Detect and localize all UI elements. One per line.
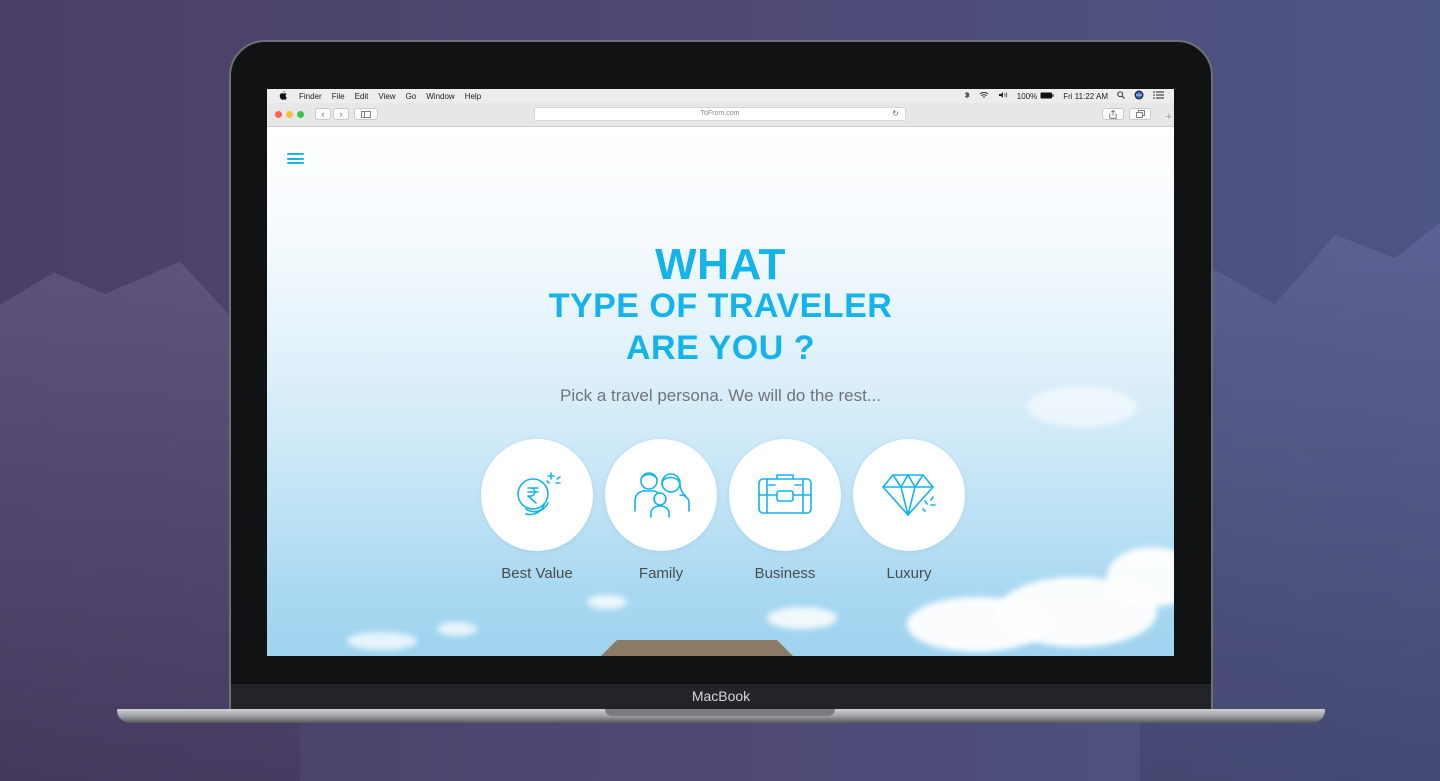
cloud — [587, 595, 627, 609]
laptop-notch — [605, 709, 835, 716]
spotlight-search-icon[interactable] — [1117, 91, 1125, 101]
apple-logo-icon[interactable] — [279, 90, 287, 102]
persona-best-value[interactable]: Best Value — [481, 439, 593, 582]
browser-toolbar: ‹ › ToFrom.com ↻ + — [267, 103, 1174, 127]
cloud — [347, 632, 417, 650]
hamburger-menu-icon[interactable] — [287, 153, 304, 164]
notification-center-icon[interactable] — [1153, 91, 1164, 101]
cloud — [437, 622, 477, 636]
sidebar-button[interactable] — [354, 108, 378, 120]
back-button[interactable]: ‹ — [315, 108, 331, 120]
window-zoom-button[interactable] — [297, 111, 304, 118]
headline-are-you: ARE YOU ? — [625, 329, 815, 367]
persona-circle — [605, 439, 717, 551]
briefcase-icon — [758, 474, 812, 514]
window-close-button[interactable] — [275, 111, 282, 118]
menu-finder[interactable]: Finder — [299, 92, 322, 101]
volume-icon[interactable] — [998, 91, 1008, 101]
persona-label: Business — [754, 565, 816, 582]
wifi-icon[interactable] — [979, 91, 989, 101]
menu-file[interactable]: File — [332, 92, 345, 101]
battery-icon[interactable] — [1040, 92, 1054, 101]
menu-help[interactable]: Help — [465, 92, 481, 101]
persona-business[interactable]: Business — [729, 439, 841, 582]
menu-view[interactable]: View — [378, 92, 395, 101]
persona-circle — [481, 439, 593, 551]
persona-circle — [729, 439, 841, 551]
persona-circle — [853, 439, 965, 551]
menu-window[interactable]: Window — [426, 92, 454, 101]
headline-traveler-type: TYPE OF TRAVELER — [548, 287, 893, 325]
laptop-screen: Finder File Edit View Go Window Help 100… — [267, 89, 1174, 656]
menu-edit[interactable]: Edit — [355, 92, 369, 101]
tabs-overview-button[interactable] — [1129, 108, 1151, 120]
headline-what: WHAT — [655, 240, 786, 289]
forward-button[interactable]: › — [333, 108, 349, 120]
battery-percentage: 100% — [1016, 91, 1038, 101]
hut-roof — [597, 640, 797, 656]
share-icon — [1109, 109, 1117, 119]
menu-go[interactable]: Go — [406, 92, 417, 101]
persona-label: Family — [638, 565, 684, 582]
device-label: MacBook — [691, 688, 751, 704]
share-button[interactable] — [1102, 108, 1124, 120]
persona-label: Best Value — [501, 565, 573, 582]
chevron-left-icon: ‹ — [321, 109, 325, 119]
bluetooth-icon[interactable] — [964, 91, 970, 101]
persona-family[interactable]: Family — [605, 439, 717, 582]
cloud — [767, 607, 837, 629]
address-bar[interactable]: ToFrom.com ↻ — [534, 107, 906, 121]
laptop-chin: MacBook — [231, 684, 1211, 712]
persona-label: Luxury — [886, 565, 932, 582]
siri-icon[interactable] — [1134, 90, 1144, 102]
web-page: WHAT TYPE OF TRAVELER ARE YOU ? Pick a t… — [267, 127, 1174, 656]
page-subtitle: Pick a travel persona. We will do the re… — [560, 386, 881, 405]
address-url: ToFrom.com — [700, 110, 740, 117]
menubar-clock[interactable]: Fri 11:22 AM — [1063, 92, 1108, 101]
sidebar-icon — [361, 110, 371, 118]
new-tab-button[interactable]: + — [1166, 111, 1172, 123]
persona-luxury[interactable]: Luxury — [853, 439, 965, 582]
diamond-icon — [882, 474, 936, 516]
chevron-right-icon: › — [339, 109, 343, 119]
mac-menu-bar: Finder File Edit View Go Window Help 100… — [267, 89, 1174, 103]
family-icon — [634, 472, 690, 518]
window-minimize-button[interactable] — [286, 111, 293, 118]
reload-icon[interactable]: ↻ — [892, 108, 899, 120]
rupee-coins-icon — [517, 472, 561, 516]
tabs-icon — [1135, 110, 1145, 118]
menubar-status-area: 100% Fri 11:22 AM — [955, 90, 1164, 102]
